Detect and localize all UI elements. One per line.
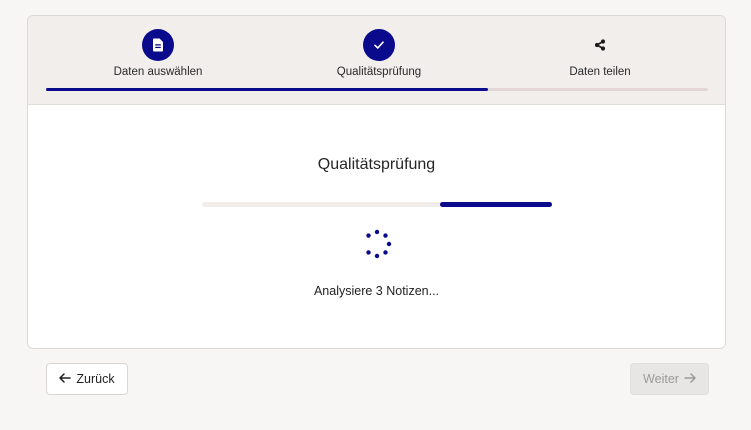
back-button-label: Zurück — [76, 372, 115, 386]
next-button[interactable]: Weiter — [630, 363, 709, 395]
page-title: Qualitätsprüfung — [317, 156, 436, 173]
step-label-quality-check: Qualitätsprüfung — [336, 66, 422, 78]
analysis-progress-track — [202, 202, 552, 207]
status-text: Analysiere 3 Notizen... — [313, 284, 440, 298]
step-select-data[interactable]: Daten auswählen — [48, 16, 268, 96]
spinner-dot — [374, 253, 380, 259]
stepper: Daten auswählen Qualitätsprüfung Daten t… — [28, 16, 725, 105]
step-quality-check[interactable]: Qualitätsprüfung — [269, 16, 489, 96]
spinner-dot — [366, 250, 371, 255]
spinner-dot — [383, 250, 388, 255]
check-icon — [363, 29, 395, 61]
wizard-card: Daten auswählen Qualitätsprüfung Daten t… — [27, 15, 726, 349]
stepper-progress-track — [46, 88, 708, 91]
spinner-dot — [386, 241, 392, 247]
step-share-data[interactable]: Daten teilen — [490, 16, 710, 96]
spinner-dot — [366, 233, 371, 238]
document-icon — [142, 29, 174, 61]
back-button[interactable]: Zurück — [46, 363, 128, 395]
arrow-right-icon — [684, 372, 696, 386]
loading-spinner-icon — [361, 228, 393, 260]
spinner-dot — [374, 229, 380, 235]
arrow-left-icon — [59, 372, 72, 386]
stepper-progress-fill — [46, 88, 488, 91]
share-icon — [584, 29, 616, 61]
step-label-share-data: Daten teilen — [569, 66, 631, 78]
analysis-progress-fill — [440, 202, 552, 207]
next-button-label: Weiter — [643, 372, 679, 386]
step-label-select-data: Daten auswählen — [113, 66, 203, 78]
spinner-dot — [383, 233, 388, 238]
